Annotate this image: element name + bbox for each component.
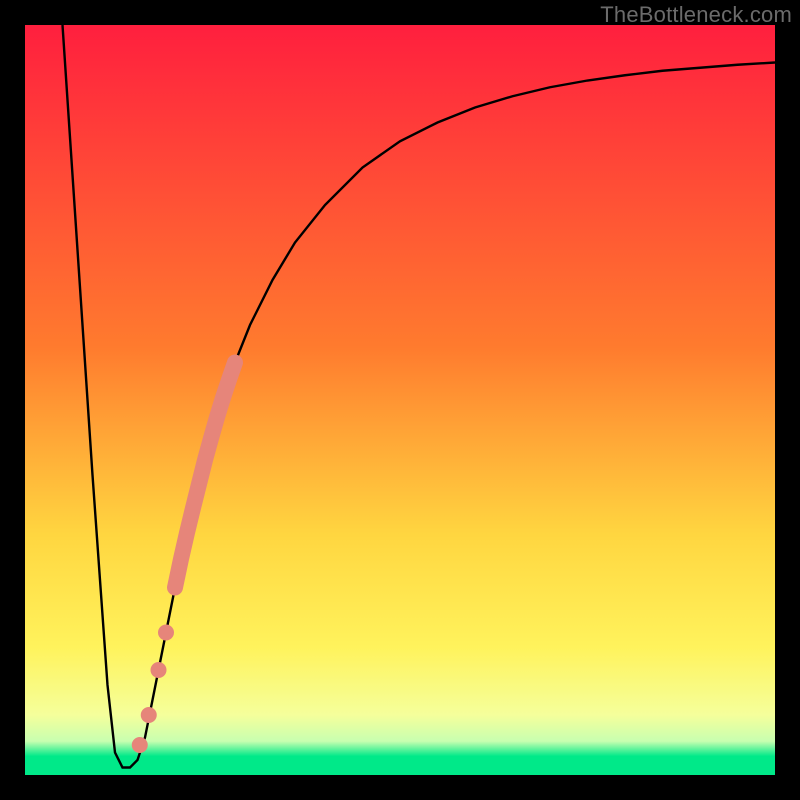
plot-svg bbox=[25, 25, 775, 775]
plot-area bbox=[25, 25, 775, 775]
marker-dot bbox=[151, 662, 167, 678]
marker-dot bbox=[132, 737, 148, 753]
chart-frame: TheBottleneck.com bbox=[0, 0, 800, 800]
watermark-text: TheBottleneck.com bbox=[600, 2, 792, 28]
marker-dot bbox=[158, 625, 174, 641]
gradient-background bbox=[25, 25, 775, 775]
marker-dot bbox=[141, 707, 157, 723]
